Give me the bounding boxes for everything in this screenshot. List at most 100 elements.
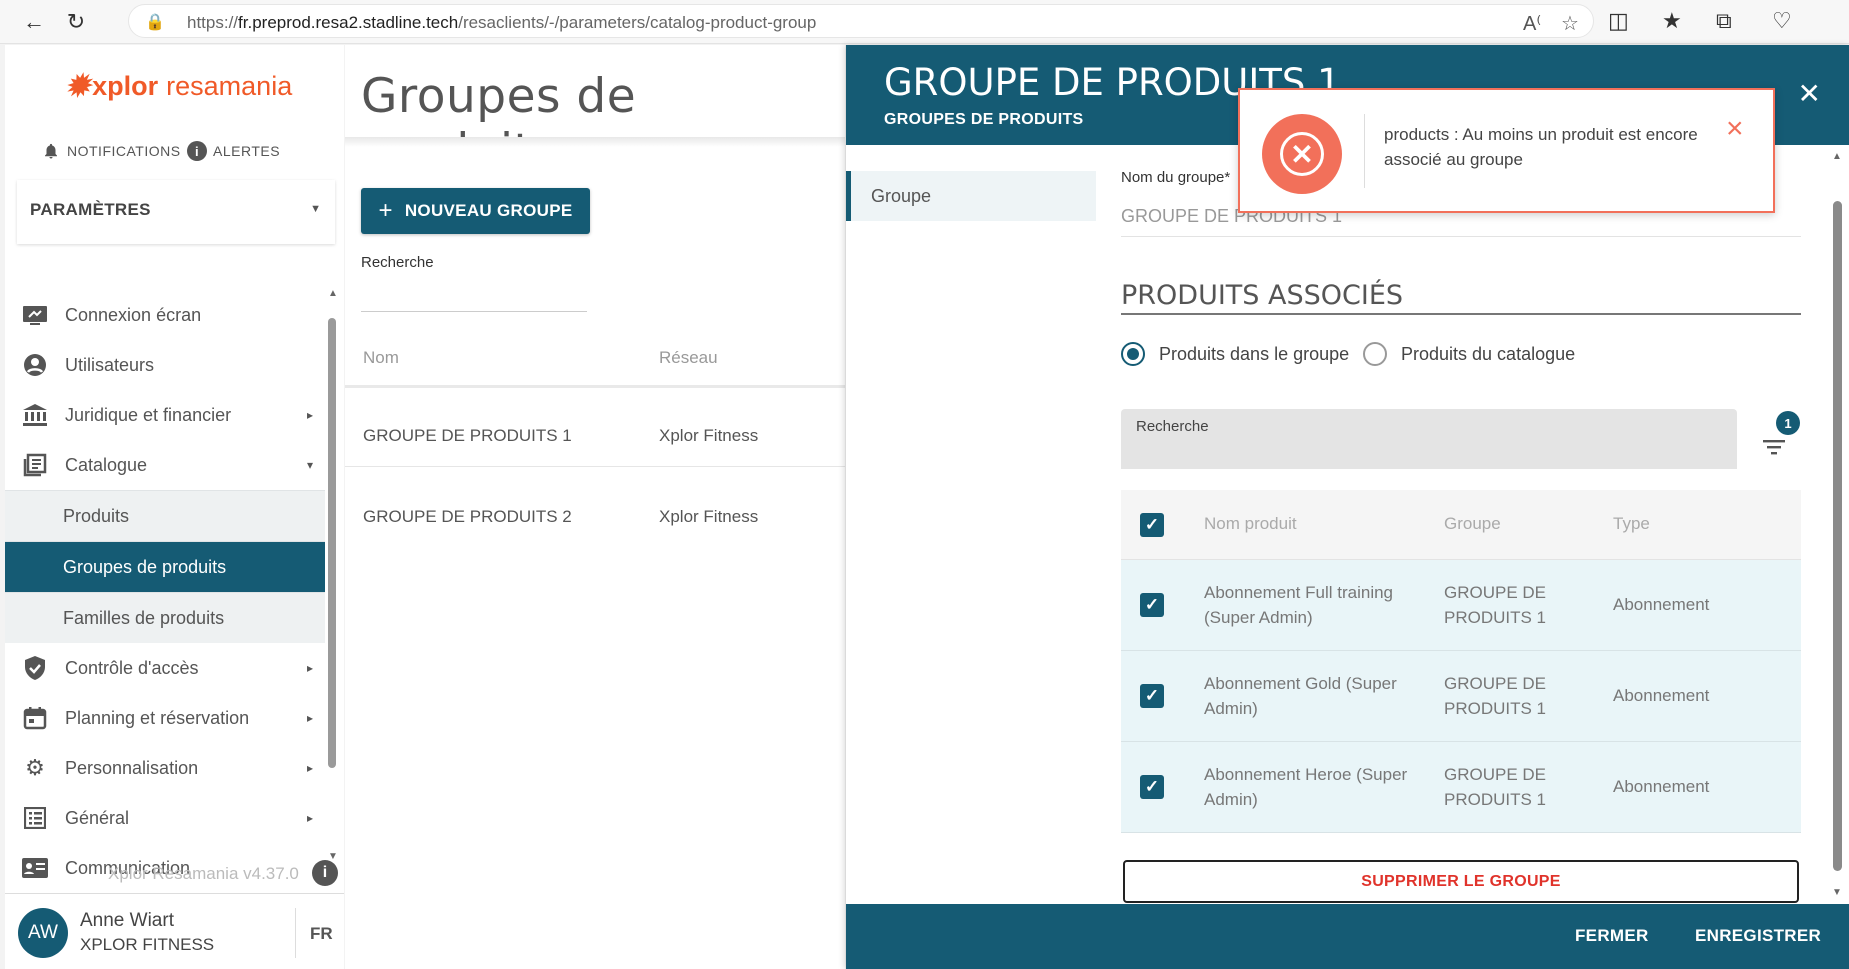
user-name: Anne Wiart — [80, 910, 174, 931]
radio-products-catalog[interactable]: Produits du catalogue — [1363, 342, 1575, 366]
bank-icon — [21, 403, 49, 427]
product-group: GROUPE DE PRODUITS 1 — [1444, 765, 1547, 809]
refresh-icon[interactable]: ↻ — [62, 8, 90, 36]
parameters-dropdown[interactable]: PARAMÈTRES ▼ — [17, 180, 335, 244]
gear-icon: ⚙ — [25, 755, 45, 780]
sidebar: ✹ xplor resamania NOTIFICATIONS i ALERTE… — [5, 45, 344, 969]
avatar[interactable]: AW — [18, 908, 68, 958]
scroll-up-icon[interactable]: ▲ — [1832, 151, 1842, 162]
screen-connection-icon — [21, 304, 49, 326]
sidebar-item-controle-acces[interactable]: Contrôle d'accès ▸ — [5, 643, 325, 693]
row-network[interactable]: Xplor Fitness — [659, 426, 758, 446]
notifications-link[interactable]: NOTIFICATIONS — [41, 141, 181, 161]
close-button[interactable]: FERMER — [1575, 926, 1649, 946]
divider — [345, 466, 845, 467]
xplor-logo-icon: ✹ — [65, 70, 91, 103]
scroll-down-icon[interactable]: ▼ — [1832, 887, 1842, 898]
column-header-nom[interactable]: Nom — [363, 348, 399, 368]
catalog-icon — [21, 453, 49, 477]
section-title: PRODUITS ASSOCIÉS — [1121, 280, 1404, 311]
user-bar: AW Anne Wiart XPLOR FITNESS FR — [5, 893, 344, 969]
row-name[interactable]: GROUPE DE PRODUITS 2 — [363, 507, 572, 527]
error-toast: ✕ products : Au moins un produit est enc… — [1238, 88, 1775, 213]
divider — [1364, 114, 1365, 188]
close-icon[interactable]: × — [1726, 112, 1744, 146]
filter-count-badge: 1 — [1776, 411, 1800, 435]
app-version: Xplor Resamania v4.37.0 — [108, 864, 299, 883]
list-icon — [21, 807, 49, 829]
product-type: Abonnement — [1613, 686, 1710, 705]
product-type: Abonnement — [1613, 595, 1710, 614]
error-icon: ✕ — [1262, 114, 1342, 194]
panel-footer: FERMER ENREGISTRER — [846, 904, 1849, 969]
read-aloud-icon[interactable]: A⁽ — [1523, 11, 1541, 36]
lock-icon: 🔒 — [145, 14, 165, 31]
divider — [295, 908, 296, 958]
row-name[interactable]: GROUPE DE PRODUITS 1 — [363, 426, 572, 446]
alerts-link[interactable]: i ALERTES — [187, 141, 280, 161]
sidebar-subitem-produits[interactable]: Produits — [5, 490, 325, 541]
column-header-nom-produit[interactable]: Nom produit — [1204, 514, 1297, 534]
caret-right-icon: ▸ — [306, 761, 313, 775]
divider — [1121, 313, 1801, 315]
products-table: ✓ Nom produit Groupe Type ✓ Abonnement F… — [1121, 490, 1801, 833]
column-header-reseau[interactable]: Réseau — [659, 348, 718, 368]
xplor-resamania-logo: ✹ xplor resamania — [65, 70, 293, 103]
caret-right-icon: ▸ — [306, 711, 313, 725]
main-content: Groupes de produits + NOUVEAU GROUPE Rec… — [345, 45, 845, 969]
product-search-input[interactable]: Recherche — [1121, 409, 1737, 469]
sidebar-item-planning[interactable]: Planning et réservation ▸ — [5, 693, 325, 743]
sidebar-item-juridique[interactable]: Juridique et financier ▸ — [5, 390, 325, 440]
collections-icon[interactable]: ⧉ — [1716, 8, 1732, 34]
sidebar-item-general[interactable]: Général ▸ — [5, 793, 325, 843]
sidebar-scrollbar[interactable] — [328, 300, 336, 770]
close-icon[interactable]: ✕ — [1798, 77, 1821, 110]
table-row[interactable]: ✓ Abonnement Full training (Super Admin) … — [1121, 560, 1801, 651]
new-group-button[interactable]: + NOUVEAU GROUPE — [361, 188, 590, 234]
language-switch[interactable]: FR — [310, 924, 333, 944]
select-all-checkbox[interactable]: ✓ — [1140, 513, 1164, 537]
version-info-icon[interactable]: i — [312, 860, 338, 886]
sidebar-item-utilisateurs[interactable]: Utilisateurs — [5, 340, 325, 390]
column-header-type[interactable]: Type — [1613, 514, 1650, 534]
row-checkbox[interactable]: ✓ — [1140, 775, 1164, 799]
table-row[interactable]: ✓ Abonnement Gold (Super Admin) GROUPE DE… — [1121, 651, 1801, 742]
radio-checked-icon — [1121, 342, 1145, 366]
back-arrow-icon[interactable]: ← — [20, 8, 48, 36]
tab-groupe[interactable]: Groupe — [846, 171, 1096, 221]
sidebar-item-catalogue[interactable]: Catalogue ▾ — [5, 440, 325, 490]
sidebar-item-connexion-ecran[interactable]: Connexion écran — [5, 290, 325, 340]
shield-check-icon — [21, 655, 49, 681]
sidebar-subitem-groupes-produits[interactable]: Groupes de produits — [5, 541, 325, 592]
search-input[interactable] — [361, 311, 587, 312]
url-text: https://fr.preprod.resa2.stadline.tech/r… — [187, 13, 817, 32]
sidebar-menu: Connexion écran Utilisateurs Juridique e… — [5, 290, 325, 893]
sidebar-item-personnalisation[interactable]: ⚙ Personnalisation ▸ — [5, 743, 325, 793]
delete-group-button[interactable]: SUPPRIMER LE GROUPE — [1123, 860, 1799, 903]
calendar-icon — [21, 706, 49, 730]
column-header-groupe[interactable]: Groupe — [1444, 514, 1501, 534]
panel-scrollbar[interactable] — [1833, 175, 1842, 915]
address-bar[interactable]: 🔒 https://fr.preprod.resa2.stadline.tech… — [128, 4, 1594, 38]
row-network[interactable]: Xplor Fitness — [659, 507, 758, 527]
scroll-up-icon[interactable]: ▲ — [328, 288, 338, 299]
bell-icon — [41, 141, 61, 161]
divider — [1121, 236, 1801, 237]
header-shadow — [345, 137, 845, 185]
toast-message: products : Au moins un produit est encor… — [1384, 125, 1698, 169]
table-header: ✓ Nom produit Groupe Type — [1121, 490, 1801, 560]
save-button[interactable]: ENREGISTRER — [1695, 926, 1821, 946]
row-checkbox[interactable]: ✓ — [1140, 684, 1164, 708]
search-label: Recherche — [361, 254, 434, 271]
row-checkbox[interactable]: ✓ — [1140, 593, 1164, 617]
favorites-icon[interactable]: ★ — [1662, 8, 1682, 34]
browser-toolbar: ← ↻ 🔒 https://fr.preprod.resa2.stadline.… — [0, 0, 1849, 44]
favorite-star-icon[interactable]: ☆ — [1561, 11, 1579, 36]
radio-products-in-group[interactable]: Produits dans le groupe — [1121, 342, 1349, 366]
sidebar-subitem-familles-produits[interactable]: Familles de produits — [5, 592, 325, 643]
plus-icon: + — [378, 197, 393, 224]
browser-essentials-icon[interactable]: ♡ — [1772, 8, 1792, 34]
split-screen-icon[interactable]: ◫ — [1608, 8, 1629, 34]
info-icon: i — [187, 141, 207, 161]
table-row[interactable]: ✓ Abonnement Heroe (Super Admin) GROUPE D… — [1121, 742, 1801, 833]
